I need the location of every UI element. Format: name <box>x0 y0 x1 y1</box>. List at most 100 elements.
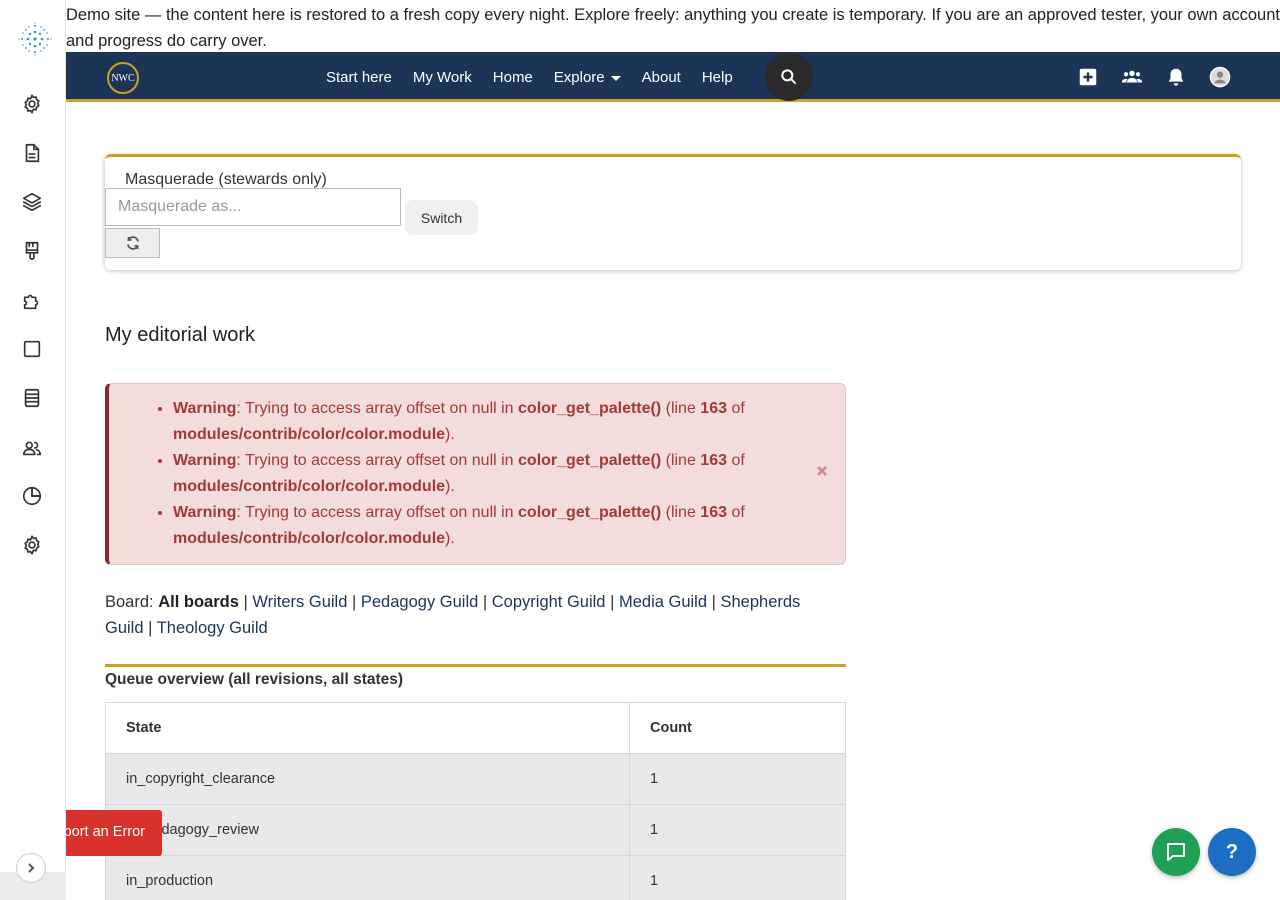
board-filter: Board: All boards | Writers Guild | Peda… <box>105 589 825 641</box>
board-link-pedagogy-guild[interactable]: Pedagogy Guild <box>361 593 478 611</box>
warning-text: ). <box>445 530 455 547</box>
board-link-copyright-guild[interactable]: Copyright Guild <box>492 593 606 611</box>
warning-text: (line <box>661 452 701 469</box>
cell-state: in_pedagogy_review <box>105 804 630 856</box>
nav-link-my-work[interactable]: My Work <box>413 69 472 86</box>
cell-state: in_copyright_clearance <box>105 753 630 805</box>
group-icon <box>1121 70 1143 83</box>
groups-button[interactable] <box>1120 65 1144 89</box>
gear-icon[interactable] <box>20 92 44 116</box>
user-avatar-icon <box>1209 66 1231 88</box>
board-link-media-guild[interactable]: Media Guild <box>619 593 707 611</box>
warning-item: Warning: Trying to access array offset o… <box>173 500 813 552</box>
board-separator: | <box>605 593 619 611</box>
warning-text: : Trying to access array offset on null … <box>236 452 519 469</box>
queue-table: State Count in_copyright_clearance 1 in_… <box>105 702 846 900</box>
nav-link-home[interactable]: Home <box>493 69 533 86</box>
board-link-theology-guild[interactable]: Theology Guild <box>157 619 268 637</box>
top-navbar: NWC Start here My Work Home Explore Abou… <box>66 52 1280 102</box>
chat-button[interactable] <box>1152 828 1200 876</box>
header-state: State <box>105 702 630 754</box>
warning-messages: Warning: Trying to access array offset o… <box>105 383 846 565</box>
admin-logo-icon[interactable] <box>16 20 54 58</box>
paint-brush-icon[interactable] <box>20 239 44 263</box>
table-header-row: State Count <box>105 702 846 754</box>
header-count: Count <box>629 702 846 754</box>
warning-line: 163 <box>700 504 727 521</box>
board-link-all-boards[interactable]: All boards <box>158 593 239 611</box>
site-logo[interactable]: NWC <box>107 62 139 94</box>
sidebar-expand-button[interactable] <box>16 853 46 883</box>
page-title: My editorial work <box>105 324 256 346</box>
warning-text: of <box>727 400 745 417</box>
warning-item: Warning: Trying to access array offset o… <box>173 448 813 500</box>
warning-text: (line <box>661 504 701 521</box>
people-icon[interactable] <box>20 436 44 460</box>
warning-function: color_get_palette() <box>518 504 662 521</box>
help-button[interactable]: ? <box>1208 828 1256 876</box>
warning-text: ). <box>445 478 455 495</box>
puzzle-icon[interactable] <box>20 289 44 313</box>
warning-label: Warning <box>173 452 237 469</box>
demo-banner: Demo site — the content here is restored… <box>66 0 1280 52</box>
table-row: in_copyright_clearance 1 <box>105 753 846 805</box>
user-account-button[interactable] <box>1208 65 1232 89</box>
notifications-button[interactable] <box>1164 65 1188 89</box>
board-separator: | <box>238 593 253 611</box>
queue-divider <box>105 664 846 667</box>
square-icon[interactable] <box>20 337 44 361</box>
table-row: in_pedagogy_review 1 <box>105 804 846 856</box>
add-content-button[interactable] <box>1076 65 1100 89</box>
board-separator: | <box>347 593 361 611</box>
nav-link-start-here[interactable]: Start here <box>326 69 392 86</box>
warning-file: modules/contrib/color/color.module <box>173 478 446 495</box>
close-icon <box>817 466 827 476</box>
board-separator: | <box>478 593 492 611</box>
layers-icon[interactable] <box>20 190 44 214</box>
report-error-button[interactable]: Report an Error <box>66 810 162 856</box>
warning-file: modules/contrib/color/color.module <box>173 530 446 547</box>
refresh-button[interactable] <box>105 228 160 258</box>
file-icon[interactable] <box>20 141 44 165</box>
warning-label: Warning <box>173 400 237 417</box>
dismiss-warning-button[interactable] <box>815 464 829 478</box>
warning-function: color_get_palette() <box>518 452 662 469</box>
warning-text: ). <box>445 426 455 443</box>
nav-link-about[interactable]: About <box>642 69 681 86</box>
board-link-writers-guild[interactable]: Writers Guild <box>252 593 347 611</box>
caret-down-icon <box>610 75 621 81</box>
warning-text: : Trying to access array offset on null … <box>236 400 519 417</box>
cell-count: 1 <box>629 753 846 805</box>
book-icon[interactable] <box>20 386 44 410</box>
masquerade-panel: Masquerade (stewards only) Switch <box>105 154 1241 270</box>
refresh-icon <box>126 236 139 250</box>
warning-list: Warning: Trying to access array offset o… <box>173 396 813 552</box>
warning-item: Warning: Trying to access array offset o… <box>173 396 813 448</box>
admin-sidebar <box>0 0 66 883</box>
board-label: Board: <box>105 593 159 611</box>
board-separator: | <box>707 593 721 611</box>
warning-text: (line <box>661 400 701 417</box>
nav-link-help[interactable]: Help <box>702 69 733 86</box>
warning-function: color_get_palette() <box>518 400 662 417</box>
chat-icon <box>1167 843 1185 861</box>
chevron-right-icon <box>28 863 35 873</box>
warning-line: 163 <box>700 400 727 417</box>
warning-line: 163 <box>700 452 727 469</box>
warning-label: Warning <box>173 504 237 521</box>
cell-count: 1 <box>629 855 846 900</box>
nav-link-explore[interactable]: Explore <box>554 69 621 86</box>
pie-chart-icon[interactable] <box>20 484 44 508</box>
switch-button[interactable]: Switch <box>405 200 478 235</box>
plus-square-icon <box>1079 68 1097 86</box>
settings-icon[interactable] <box>20 533 44 557</box>
main-menu: Start here My Work Home Explore About He… <box>326 52 754 102</box>
search-button[interactable] <box>765 53 813 101</box>
search-icon <box>781 69 797 85</box>
cell-count: 1 <box>629 804 846 856</box>
bell-icon <box>1168 68 1184 86</box>
warning-text: of <box>727 452 745 469</box>
masquerade-input[interactable] <box>105 188 401 226</box>
cell-state: in_production <box>105 855 630 900</box>
board-separator: | <box>143 619 157 637</box>
